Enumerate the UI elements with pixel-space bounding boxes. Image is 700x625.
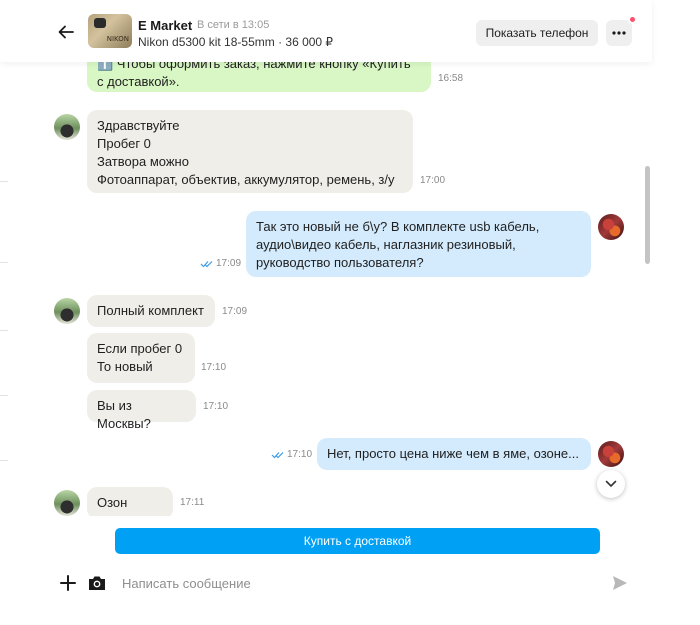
divider: [0, 181, 8, 182]
incoming-message: Полный комплект: [87, 295, 215, 327]
back-button[interactable]: [54, 20, 78, 44]
incoming-message: Здравствуйте Пробег 0 Затвора можно Фото…: [87, 110, 413, 193]
thumbnail-label: NIKON: [106, 35, 129, 43]
message-time: 17:00: [420, 175, 446, 186]
more-dots-icon: [612, 31, 626, 35]
double-check-icon: [200, 260, 213, 267]
message-composer: [0, 564, 652, 604]
outgoing-message: Так это новый не б\у? В комплекте usb ка…: [246, 211, 591, 277]
message-text: Вы из Москвы?: [97, 398, 151, 431]
plus-icon[interactable]: [59, 574, 77, 592]
seller-status: В сети в 13:05: [197, 19, 270, 31]
message-text: Полный комплект: [97, 303, 204, 318]
seller-avatar[interactable]: [54, 490, 80, 516]
outgoing-message: Нет, просто цена ниже чем в яме, озоне..…: [317, 438, 591, 470]
divider: [0, 395, 8, 396]
camera-icon[interactable]: [87, 574, 107, 592]
more-button[interactable]: [606, 20, 632, 46]
user-avatar[interactable]: [598, 214, 624, 240]
message-time-text: 17:09: [216, 258, 242, 269]
user-avatar[interactable]: [598, 441, 624, 467]
message-time-text: 17:10: [287, 449, 313, 460]
message-list[interactable]: ℹ️ Чтобы оформить заказ, нажмите кнопку …: [0, 0, 652, 516]
message-text: Так это новый не б\у? В комплекте usb ка…: [256, 219, 540, 270]
arrow-left-icon: [58, 25, 74, 39]
divider: [0, 262, 8, 263]
seller-name[interactable]: E Market: [138, 18, 192, 33]
chat-header: NIKON E Market В сети в 13:05 Nikon d530…: [0, 0, 652, 62]
scroll-down-button[interactable]: [597, 470, 625, 498]
notification-dot: [628, 15, 637, 24]
message-time: 16:58: [438, 73, 464, 84]
divider: [0, 460, 8, 461]
divider: [0, 330, 8, 331]
chevron-down-icon: [605, 480, 617, 488]
incoming-message: Вы из Москвы?: [87, 390, 196, 431]
chat-window: ℹ️ Чтобы оформить заказ, нажмите кнопку …: [0, 0, 700, 625]
message-time: 17:09: [200, 258, 241, 269]
seller-avatar[interactable]: [54, 298, 80, 324]
incoming-message: Если пробег 0 То новый: [87, 333, 195, 383]
message-text: Озон +30%: [97, 495, 131, 516]
message-time: 17:09: [222, 306, 248, 317]
camera-image: [94, 18, 106, 28]
listing-thumbnail[interactable]: NIKON: [88, 14, 132, 48]
seller-avatar[interactable]: [54, 114, 80, 140]
send-icon[interactable]: [611, 574, 629, 592]
message-time: 17:11: [180, 497, 205, 508]
double-check-icon: [271, 451, 284, 458]
message-text: Здравствуйте Пробег 0 Затвора можно Фото…: [97, 118, 395, 187]
message-time: 17:10: [203, 401, 229, 412]
buy-with-delivery-button[interactable]: Купить с доставкой: [115, 528, 600, 554]
message-text: Нет, просто цена ниже чем в яме, озоне..…: [327, 446, 579, 461]
scrollbar-track[interactable]: [643, 62, 651, 516]
show-phone-button[interactable]: Показать телефон: [476, 20, 598, 46]
message-time: 17:10: [271, 449, 312, 460]
message-time: 17:10: [201, 362, 227, 373]
listing-title[interactable]: Nikon d5300 kit 18-55mm · 36 000 ₽: [138, 35, 333, 49]
scrollbar-thumb[interactable]: [645, 166, 650, 264]
incoming-message: Озон +30%: [87, 487, 173, 516]
message-input[interactable]: [122, 571, 592, 595]
message-text: Если пробег 0 То новый: [97, 341, 183, 374]
